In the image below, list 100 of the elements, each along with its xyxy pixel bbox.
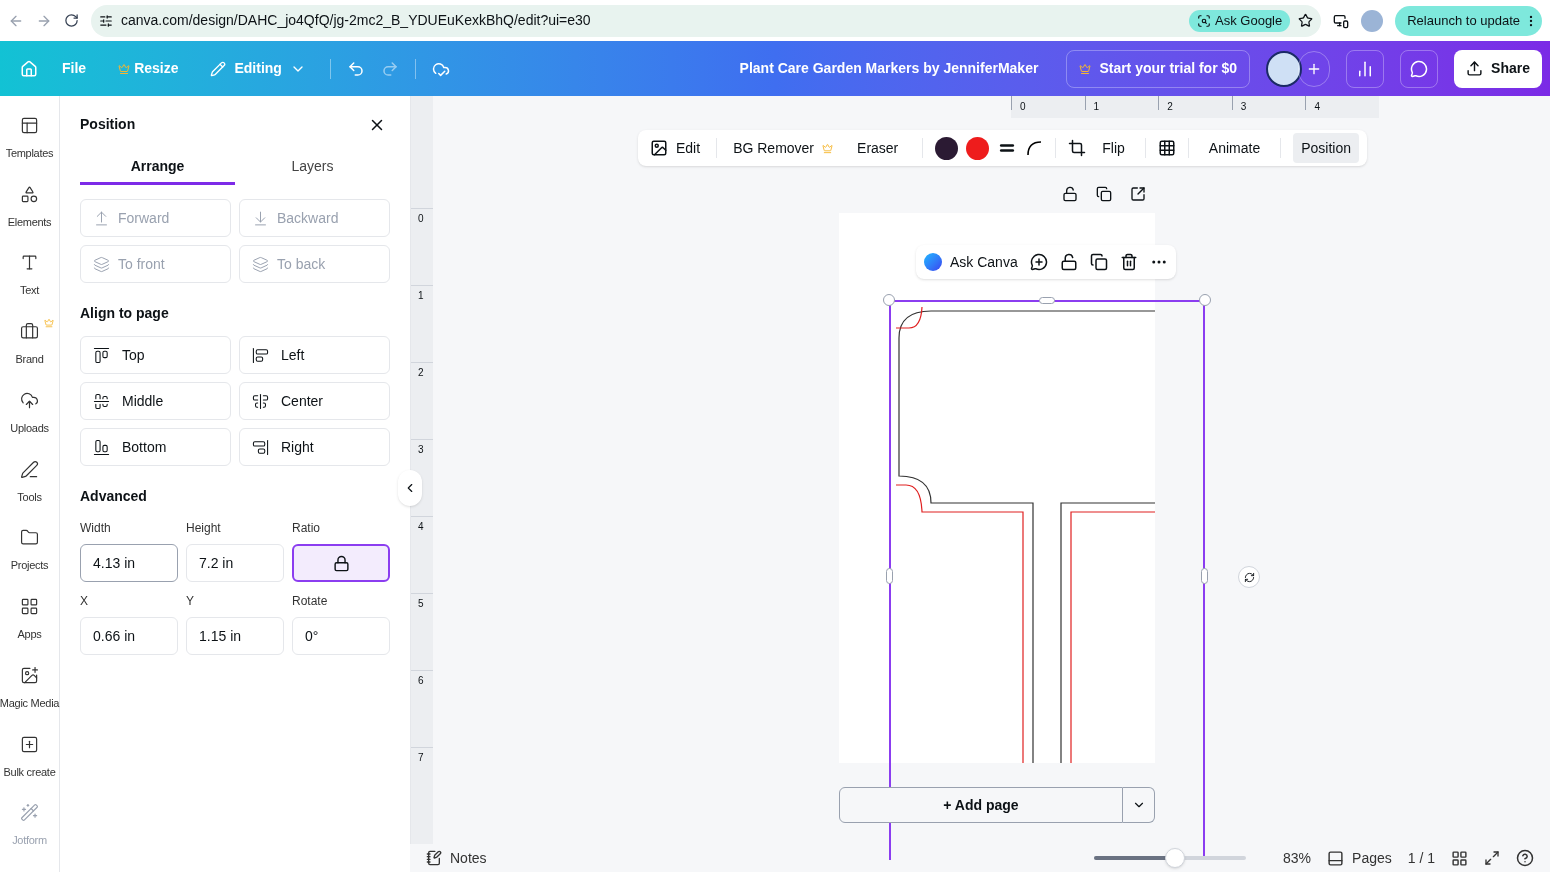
comment-add-icon[interactable] — [1029, 253, 1048, 271]
lock-icon[interactable] — [1062, 186, 1078, 202]
field-label: Height — [186, 520, 222, 537]
field-label: X — [80, 593, 89, 610]
align-top-icon — [93, 346, 110, 364]
pen-icon — [20, 459, 39, 479]
field-label: Width — [80, 520, 112, 537]
rail-item[interactable]: Magic Media — [0, 665, 60, 735]
trash-icon[interactable] — [1119, 253, 1138, 271]
crop-icon[interactable] — [1068, 139, 1087, 157]
ruler-number: 2 — [411, 362, 433, 439]
resize-handle[interactable] — [1039, 297, 1055, 304]
user-avatar[interactable] — [1266, 50, 1303, 87]
crown-icon — [822, 142, 834, 154]
square-plus-icon — [20, 734, 39, 754]
zoom-percentage[interactable]: 83% — [1283, 847, 1312, 869]
add-page-icon[interactable] — [1130, 186, 1146, 202]
notes-icon — [426, 850, 442, 866]
rail-item[interactable]: Elements — [0, 184, 60, 254]
ask-canva-button[interactable]: Ask Canva — [924, 251, 1018, 273]
share-button[interactable]: Share — [1454, 49, 1542, 88]
flip-button[interactable]: Flip — [1094, 137, 1133, 159]
image-sparkle-icon — [20, 665, 39, 685]
rail-item[interactable]: Projects — [0, 528, 60, 598]
edit-button[interactable]: Edit — [646, 137, 705, 159]
ratio-lock-button[interactable] — [292, 544, 390, 582]
ruler-number: 3 — [1231, 96, 1306, 110]
pencil-icon — [210, 60, 227, 77]
lock-icon[interactable] — [1059, 253, 1078, 271]
fullscreen-icon[interactable] — [1484, 850, 1500, 866]
trial-button[interactable]: Start your trial for $0 — [1066, 49, 1251, 88]
zoom-thumb[interactable] — [1164, 848, 1185, 868]
number-field[interactable]: 0.66 in — [80, 617, 178, 655]
align-button[interactable]: Middle — [80, 382, 231, 420]
layers-icon — [93, 255, 110, 273]
position-button[interactable]: Position — [1293, 133, 1359, 163]
rail-item[interactable]: Apps — [0, 597, 60, 666]
number-field[interactable]: 7.2 in — [186, 544, 284, 582]
animate-button[interactable]: Animate — [1200, 137, 1269, 159]
resize-handle[interactable] — [1201, 568, 1208, 584]
bg-remover-button[interactable]: BG Remover — [729, 137, 838, 159]
align-button[interactable]: Right — [239, 428, 390, 466]
ruler-number: 4 — [411, 516, 433, 593]
site-settings-icon[interactable] — [99, 13, 113, 28]
align-button[interactable]: Center — [239, 382, 390, 420]
resize-handle[interactable] — [886, 568, 893, 584]
url-text: canva.com/design/DAHC_jo4QfQ/jg-2mc2_B_YDUEuKexkBhQ/edit?ui=e30 — [121, 11, 592, 30]
resize-handle[interactable] — [1199, 294, 1211, 306]
image-icon — [650, 139, 668, 157]
ruler-number: 2 — [1158, 96, 1232, 110]
design-title[interactable]: Plant Care Garden Markers by JenniferMaker — [739, 58, 1039, 79]
ruler-number: 5 — [411, 593, 433, 670]
ruler-number: 4 — [1305, 96, 1379, 110]
rotate-handle[interactable] — [1238, 566, 1260, 588]
rail-item[interactable]: Brand — [0, 322, 60, 391]
help-icon[interactable] — [1516, 849, 1534, 867]
pages-button[interactable]: Pages — [1327, 847, 1392, 869]
layout-icon — [20, 116, 39, 135]
reload-icon[interactable] — [64, 13, 79, 28]
align-button[interactable]: Left — [239, 336, 390, 374]
number-field[interactable]: 0° — [292, 617, 390, 655]
rail-item[interactable]: Tools — [0, 459, 60, 529]
align-button[interactable]: Bottom — [80, 428, 231, 466]
duplicate-icon[interactable] — [1089, 253, 1108, 271]
address-bar[interactable]: canva.com/design/DAHC_jo4QfQ/jg-2mc2_B_YDUEuKexkBhQ/edit?ui=e30 Ask Google — [91, 4, 1322, 37]
color-swatch[interactable] — [966, 136, 990, 160]
eraser-button[interactable]: Eraser — [845, 137, 911, 159]
number-field[interactable]: 4.13 in — [80, 544, 178, 582]
lock-icon — [332, 554, 350, 572]
undo-icon[interactable] — [346, 59, 365, 78]
transparency-icon[interactable] — [1157, 139, 1176, 157]
rail-item[interactable]: Text — [0, 253, 60, 323]
relaunch-button[interactable]: Relaunch to update — [1395, 5, 1542, 36]
speech-bubble-icon — [1410, 59, 1429, 78]
panel-tab[interactable]: Layers — [235, 150, 390, 185]
ask-google-button[interactable]: Ask Google — [1189, 9, 1291, 32]
shapes-icon — [20, 184, 39, 204]
panel-tab[interactable]: Arrange — [80, 150, 235, 185]
duplicate-icon[interactable] — [1096, 186, 1112, 202]
rail-item[interactable]: Templates — [0, 116, 60, 185]
align-center-icon — [252, 392, 269, 410]
align-button[interactable]: Top — [80, 336, 231, 374]
crown-icon — [43, 318, 54, 329]
color-swatch[interactable] — [935, 136, 959, 160]
align-bottom-icon — [93, 438, 110, 456]
rail-item[interactable]: Uploads — [0, 390, 60, 460]
insights-button[interactable] — [1346, 49, 1385, 88]
arrow-down-icon — [252, 209, 269, 227]
ruler-number: 1 — [1084, 96, 1159, 110]
rail-item[interactable]: Bulk create — [0, 734, 60, 804]
add-page-button[interactable]: + Add page — [839, 787, 1123, 823]
comments-button[interactable] — [1400, 49, 1439, 88]
bookmark-star-icon[interactable] — [1298, 13, 1314, 28]
corner-curve-icon[interactable] — [1025, 139, 1044, 157]
number-field[interactable]: 1.15 in — [186, 617, 284, 655]
wand-icon — [20, 803, 39, 823]
upload-icon — [1466, 60, 1484, 77]
grid-view-icon[interactable] — [1451, 849, 1468, 867]
notes-button[interactable]: Notes — [426, 847, 487, 869]
cast-icon[interactable] — [1333, 12, 1350, 29]
